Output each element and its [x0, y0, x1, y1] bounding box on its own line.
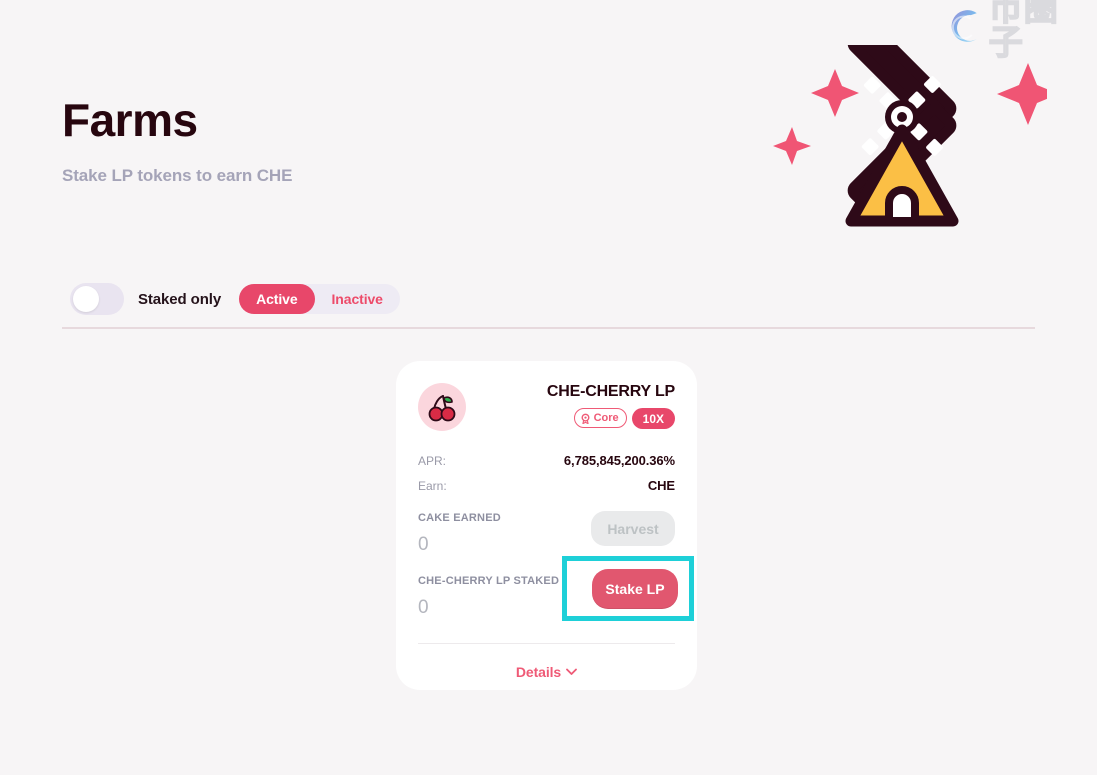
page-header: Farms Stake LP tokens to earn CHE — [62, 96, 292, 186]
swirl-c-logo-icon — [951, 10, 977, 42]
award-ribbon-icon — [581, 413, 590, 424]
toggle-knob — [73, 286, 99, 312]
tab-inactive[interactable]: Inactive — [315, 284, 400, 314]
windmill-icon — [773, 21, 1059, 227]
core-badge-label: Core — [593, 412, 619, 424]
page-title: Farms — [62, 94, 198, 146]
farm-card-header: CHE-CHERRY LP Core 10X — [418, 381, 675, 443]
section-divider — [62, 327, 1035, 329]
cherry-icon — [418, 383, 466, 431]
farm-card-title-block: CHE-CHERRY LP Core 10X — [547, 381, 675, 429]
staked-only-label: Staked only — [138, 290, 222, 308]
sparkle-star-icon — [997, 63, 1059, 125]
farm-status-tabs: Active Inactive — [239, 284, 400, 314]
earn-value: CHE — [647, 478, 675, 493]
chevron-down-icon — [566, 668, 578, 675]
lp-staked-label: CHE-CHERRY LP STAKED — [418, 575, 560, 587]
windmill-illustration — [757, 21, 1059, 240]
badge-group: Core 10X — [547, 408, 675, 429]
tab-active[interactable]: Active — [239, 284, 315, 314]
earn-label: Earn: — [418, 479, 447, 493]
apr-label: APR: — [418, 454, 447, 468]
apr-value: 6,785,845,200.36% — [563, 453, 675, 468]
cake-earned-value: 0 — [418, 534, 429, 555]
details-toggle[interactable]: Details — [418, 644, 675, 700]
core-badge: Core — [573, 408, 627, 428]
watermark-logo: 币圈子 — [941, 0, 1093, 61]
multiplier-badge: 10X — [631, 408, 675, 429]
earn-row: Earn: CHE — [418, 478, 675, 493]
sparkle-star-icon — [811, 69, 859, 117]
filters-bar: Staked only Active Inactive — [70, 283, 400, 315]
harvest-button[interactable]: Harvest — [591, 511, 675, 546]
farm-card: CHE-CHERRY LP Core 10X APR: 6,785,845,20… — [396, 361, 697, 690]
stake-lp-button[interactable]: Stake LP — [592, 569, 678, 609]
page-subtitle: Stake LP tokens to earn CHE — [62, 166, 293, 186]
pair-name: CHE-CHERRY LP — [546, 383, 675, 400]
earned-section: CAKE EARNED 0 Harvest — [418, 511, 675, 556]
lp-staked-value: 0 — [418, 597, 429, 618]
cherry-glyph-icon — [428, 395, 456, 422]
details-label: Details — [515, 664, 562, 680]
apr-row: APR: 6,785,845,200.36% — [418, 453, 675, 468]
cake-earned-label: CAKE EARNED — [418, 512, 501, 524]
sparkle-star-icon — [773, 127, 811, 165]
staked-only-toggle[interactable] — [70, 283, 124, 315]
